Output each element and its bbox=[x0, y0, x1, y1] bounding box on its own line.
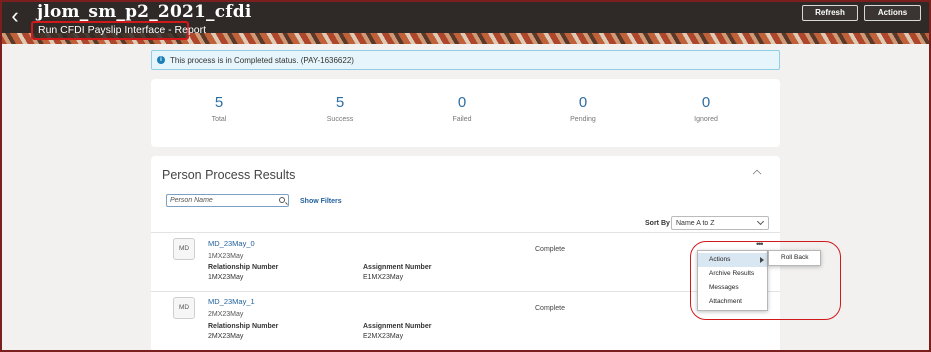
page-subtitle: Run CFDI Payslip Interface - Report bbox=[38, 24, 207, 36]
sort-by-select[interactable]: Name A to Z bbox=[671, 216, 769, 230]
stat-value: 0 bbox=[578, 94, 588, 111]
stat-label: Pending bbox=[570, 116, 596, 123]
avatar: MD bbox=[173, 297, 195, 319]
info-icon: i bbox=[157, 56, 165, 64]
menu-highlight-annotation bbox=[690, 241, 841, 320]
assignment-number-value: E1MX23May bbox=[363, 274, 404, 281]
avatar: MD bbox=[173, 238, 195, 260]
chevron-up-icon[interactable] bbox=[752, 169, 762, 179]
stat-label: Success bbox=[326, 116, 354, 123]
row-status: Complete bbox=[535, 246, 565, 253]
assignment-number-label: Assignment Number bbox=[363, 323, 432, 330]
subtitle-highlight: Run CFDI Payslip Interface - Report bbox=[31, 21, 206, 40]
stat-value: 5 bbox=[214, 94, 224, 111]
person-name-search-input[interactable] bbox=[170, 195, 275, 206]
show-filters-link[interactable]: Show Filters bbox=[300, 198, 342, 205]
person-number: 1MX23May bbox=[208, 253, 244, 260]
person-number: 2MX23May bbox=[208, 311, 244, 318]
refresh-button[interactable]: Refresh bbox=[802, 5, 858, 21]
row-status: Complete bbox=[535, 305, 565, 312]
divider bbox=[151, 291, 780, 292]
stat-pending: 0 Pending bbox=[543, 94, 623, 123]
back-chevron-left-icon[interactable]: ‹ bbox=[6, 5, 24, 28]
person-name-link[interactable]: MD_23May_0 bbox=[208, 239, 255, 248]
page-title: jlom_sm_p2_2021_cfdi bbox=[37, 2, 252, 22]
sort-by-value: Name A to Z bbox=[676, 220, 715, 227]
results-title: Person Process Results bbox=[162, 168, 296, 182]
relationship-number-label: Relationship Number bbox=[208, 264, 279, 271]
page-header: ‹ jlom_sm_p2_2021_cfdi Run CFDI Payslip … bbox=[0, 0, 931, 44]
stat-failed: 0 Failed bbox=[422, 94, 502, 123]
stat-value: 5 bbox=[335, 94, 345, 111]
stat-label: Total bbox=[211, 116, 227, 123]
assignment-number-value: E2MX23May bbox=[363, 333, 404, 340]
info-message: This process is in Completed status. (PA… bbox=[170, 56, 354, 65]
person-process-results-card: Person Process Results Show Filters Sort… bbox=[151, 156, 780, 352]
divider bbox=[151, 232, 780, 233]
relationship-number-value: 2MX23May bbox=[208, 333, 244, 340]
stat-label: Ignored bbox=[694, 116, 718, 123]
info-banner: i This process is in Completed status. (… bbox=[151, 50, 780, 70]
stat-success: 5 Success bbox=[300, 94, 380, 123]
assignment-number-label: Assignment Number bbox=[363, 264, 432, 271]
person-search-box bbox=[166, 194, 289, 207]
header-actions-button[interactable]: Actions bbox=[864, 5, 921, 21]
stat-total: 5 Total bbox=[179, 94, 259, 123]
summary-card: 5 Total 5 Success 0 Failed 0 Pending 0 I… bbox=[151, 79, 780, 147]
sort-by-label: Sort By bbox=[645, 220, 670, 227]
chevron-down-icon bbox=[756, 217, 765, 226]
relationship-number-value: 1MX23May bbox=[208, 274, 244, 281]
stat-label: Failed bbox=[452, 116, 472, 123]
relationship-number-label: Relationship Number bbox=[208, 323, 279, 330]
stat-value: 0 bbox=[457, 94, 467, 111]
person-name-link[interactable]: MD_23May_1 bbox=[208, 297, 255, 306]
stat-value: 0 bbox=[701, 94, 711, 111]
search-icon[interactable] bbox=[279, 197, 285, 203]
stat-ignored: 0 Ignored bbox=[666, 94, 746, 123]
